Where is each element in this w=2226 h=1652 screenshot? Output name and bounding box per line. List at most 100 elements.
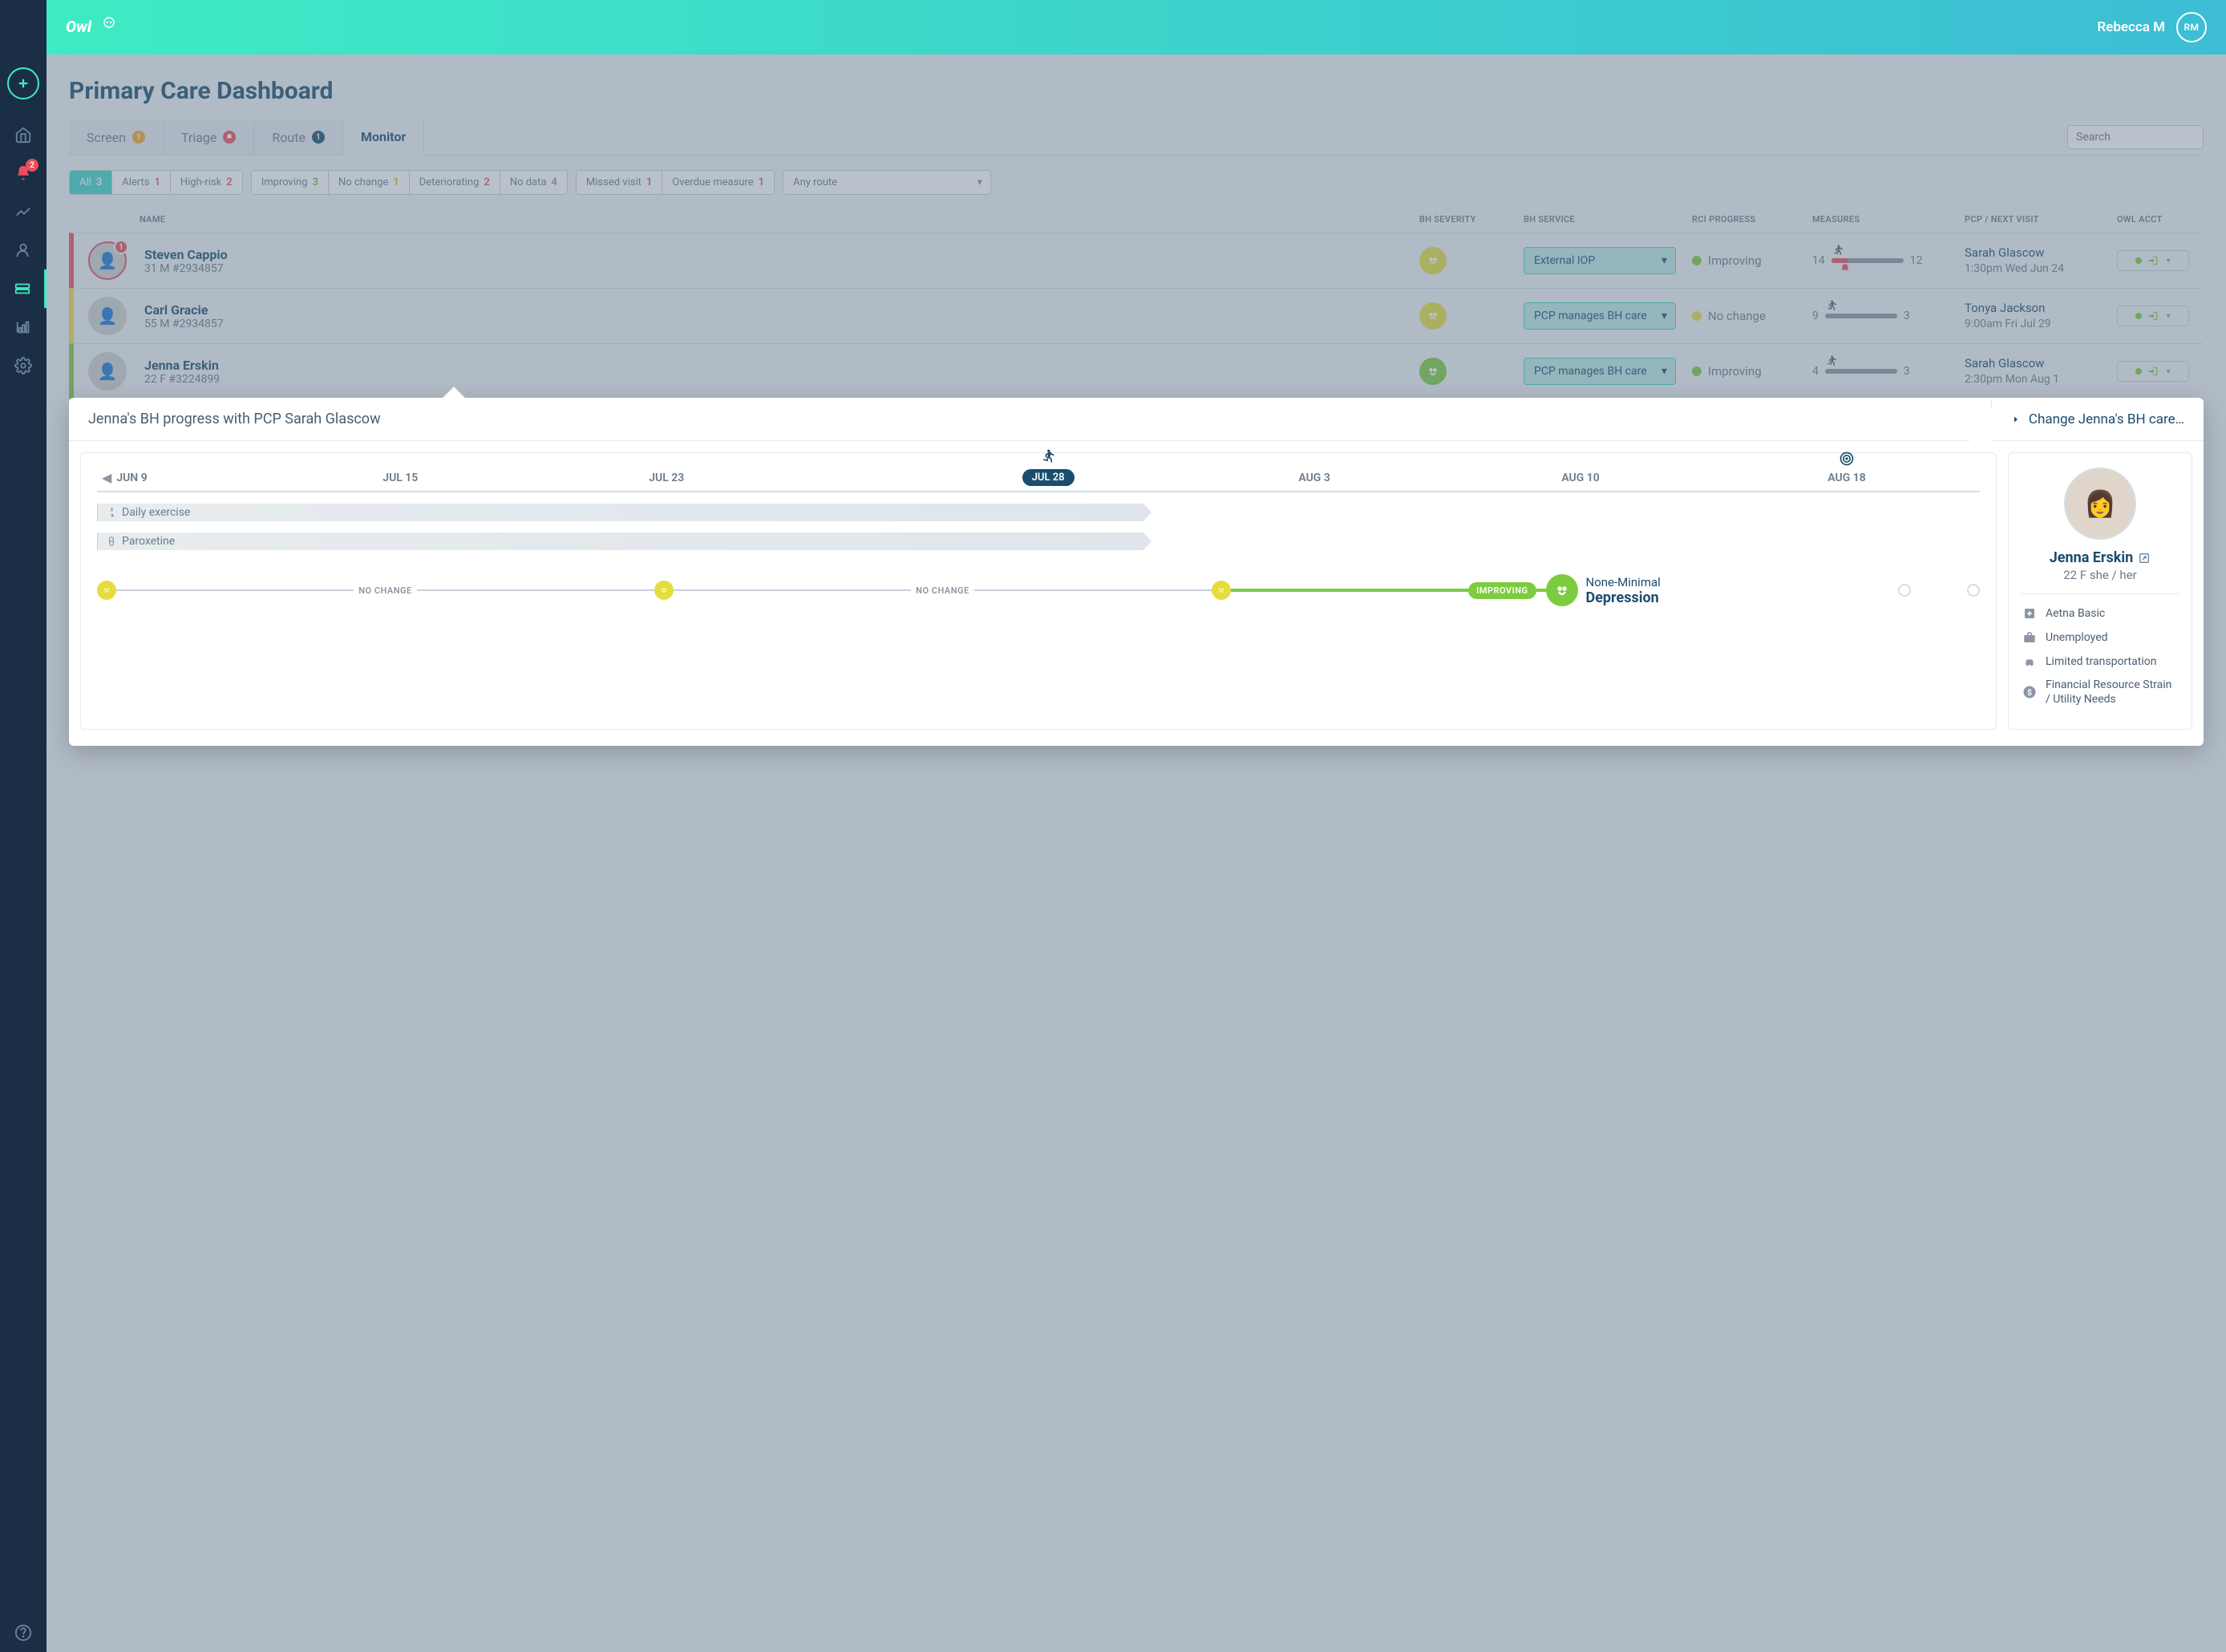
- filter-missed[interactable]: Missed visit 1: [577, 171, 662, 194]
- patient-name: Steven Cappio: [144, 247, 1419, 262]
- topbar: Owl Rebecca M RM: [47, 0, 2226, 55]
- detail-panel: Jenna's BH progress with PCP Sarah Glasc…: [69, 398, 2204, 746]
- walking-icon: [1825, 299, 1838, 315]
- search-box[interactable]: [2067, 125, 2204, 149]
- rci-dot-icon: [1692, 256, 1702, 265]
- rci-dot-icon: [1692, 311, 1702, 321]
- dollar-icon: $: [2022, 684, 2038, 700]
- filters-row: All 3 Alerts 1 High-risk 2 Improving 3 N…: [69, 156, 2204, 206]
- severity-face-icon: [1419, 302, 1447, 330]
- walking-icon: [1831, 244, 1844, 260]
- activity-exercise: Daily exercise: [97, 504, 1980, 521]
- owl-account-menu[interactable]: [2117, 361, 2189, 382]
- service-select[interactable]: External IOP: [1524, 247, 1676, 274]
- bell-icon: [1839, 263, 1851, 277]
- hospital-icon: [2022, 605, 2038, 622]
- patient-info-item: Unemployed: [2022, 630, 2179, 646]
- nav-alerts[interactable]: 2: [0, 154, 47, 192]
- change-care-button[interactable]: Change Jenna's BH care…: [1991, 399, 2204, 440]
- filter-nodata[interactable]: No data 4: [500, 171, 567, 194]
- table-row[interactable]: 👤 Carl Gracie 55 M #2934857 PCP manages …: [69, 288, 2204, 343]
- smiley-icon: [1212, 581, 1231, 600]
- patient-info-item: $Financial Resource Strain / Utility Nee…: [2022, 678, 2179, 707]
- login-icon: [2147, 310, 2159, 322]
- nav-patients[interactable]: [0, 231, 47, 269]
- login-icon: [2147, 366, 2159, 377]
- user-name: Rebecca M: [2097, 19, 2165, 35]
- timeline: ◀ JUN 9 JUL 15 JUL 23 JUL 28 AUG 3 AUG 1…: [80, 452, 1997, 730]
- severity-face-icon: [1419, 358, 1447, 385]
- tab-triage[interactable]: Triage: [164, 120, 254, 155]
- service-select[interactable]: PCP manages BH care: [1524, 358, 1676, 385]
- owl-account-menu[interactable]: [2117, 250, 2189, 271]
- search-input[interactable]: [2076, 131, 2219, 144]
- timeline-prev[interactable]: ◀: [97, 470, 116, 485]
- status-dot-icon: [2135, 368, 2142, 375]
- nav-settings[interactable]: [0, 346, 47, 385]
- user-avatar[interactable]: RM: [2176, 12, 2207, 43]
- svg-text:$: $: [2027, 687, 2032, 698]
- page-title: Primary Care Dashboard: [69, 77, 2204, 105]
- patient-info-item: Aetna Basic: [2022, 605, 2179, 622]
- nav-analytics[interactable]: [0, 192, 47, 231]
- filter-deteriorating[interactable]: Deteriorating 2: [410, 171, 500, 194]
- nav-dashboard[interactable]: [0, 269, 47, 308]
- car-icon: [2022, 654, 2038, 670]
- bell-icon: [223, 131, 236, 144]
- tab-monitor[interactable]: Monitor: [343, 119, 424, 156]
- exercise-icon: [106, 507, 117, 518]
- patient-info-item: Limited transportation: [2022, 654, 2179, 670]
- nav-reports[interactable]: [0, 308, 47, 346]
- expand-icon[interactable]: [2138, 552, 2151, 565]
- avatar-badge: 1: [114, 240, 128, 254]
- tabs-row: Screen1 Triage Route1 Monitor: [69, 119, 2204, 156]
- detail-title: Jenna's BH progress with PCP Sarah Glasc…: [69, 398, 1991, 440]
- avatar: 👤: [88, 297, 127, 335]
- smiley-icon: [97, 581, 116, 600]
- caret-right-icon: [2011, 415, 2021, 424]
- filter-alerts[interactable]: Alerts 1: [112, 171, 171, 194]
- filter-highrisk[interactable]: High-risk 2: [171, 171, 242, 194]
- service-select[interactable]: PCP manages BH care: [1524, 302, 1676, 330]
- filter-overdue[interactable]: Overdue measure 1: [662, 171, 774, 194]
- nav-help[interactable]: [0, 1614, 47, 1652]
- patient-name: Jenna Erskin: [144, 358, 1419, 373]
- filter-improving[interactable]: Improving 3: [252, 171, 329, 194]
- patient-card: 👩 Jenna Erskin 22 F she / her Aetna Basi…: [2008, 452, 2192, 730]
- patient-name: Carl Gracie: [144, 302, 1419, 318]
- table-row[interactable]: 👤 Jenna Erskin 22 F #3224899 PCP manages…: [69, 343, 2204, 399]
- severity-face-icon: [1419, 247, 1447, 274]
- status-dot-icon: [2135, 313, 2142, 319]
- walking-icon: [1825, 354, 1838, 370]
- measures: 9 3: [1812, 310, 1965, 322]
- smiley-icon: [1546, 574, 1578, 606]
- alert-badge: 2: [26, 159, 38, 172]
- progress-track: NO CHANGE NO CHANGE IMPROVING: [97, 574, 1980, 606]
- add-button[interactable]: [7, 67, 39, 99]
- filter-nochange[interactable]: No change 1: [329, 171, 410, 194]
- sidebar: 2: [0, 0, 47, 1652]
- briefcase-icon: [2022, 630, 2038, 646]
- login-icon: [2147, 255, 2159, 266]
- table-header: NAME BH SEVERITY BH SERVICE RCI PROGRESS…: [69, 206, 2204, 233]
- nav-home[interactable]: [0, 115, 47, 154]
- owl-account-menu[interactable]: [2117, 306, 2189, 326]
- measures: 4 3: [1812, 365, 1965, 378]
- route-select[interactable]: Any route: [783, 170, 991, 195]
- pill-icon: [106, 536, 117, 547]
- filter-all[interactable]: All 3: [70, 171, 112, 194]
- target-icon: [1839, 451, 1855, 470]
- tab-route[interactable]: Route1: [254, 120, 343, 155]
- measures: 14 12: [1812, 254, 1965, 267]
- walking-icon: [1040, 448, 1056, 468]
- avatar: 👤: [88, 352, 127, 391]
- activity-medication: Paroxetine: [97, 532, 1980, 550]
- tab-screen[interactable]: Screen1: [69, 120, 164, 155]
- patient-avatar: 👩: [2064, 468, 2136, 540]
- status-dot-icon: [2135, 257, 2142, 264]
- app-logo: Owl: [66, 16, 138, 38]
- table-row[interactable]: 👤 1 Steven Cappio 31 M #2934857 External…: [69, 233, 2204, 288]
- smiley-icon: [654, 581, 674, 600]
- rci-dot-icon: [1692, 366, 1702, 376]
- svg-text:Owl: Owl: [66, 18, 92, 36]
